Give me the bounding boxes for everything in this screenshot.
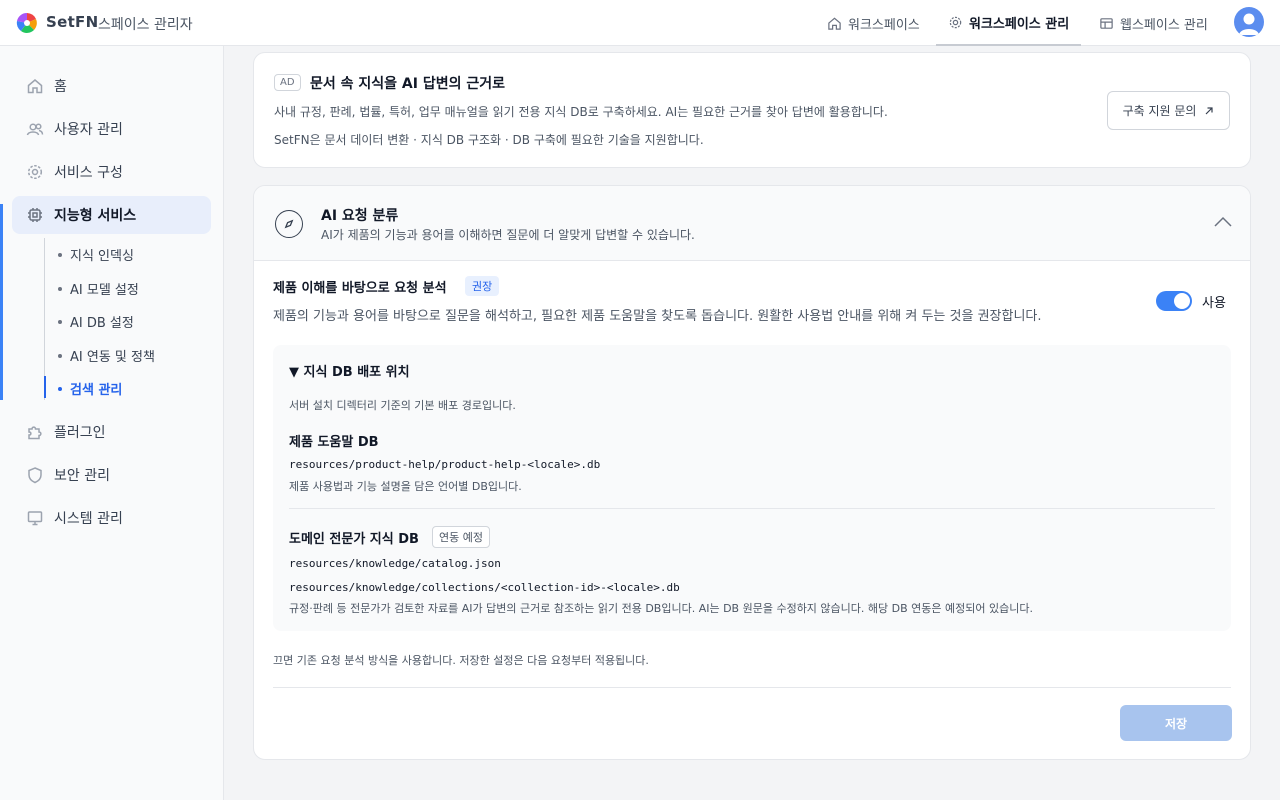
gear-icon	[949, 16, 962, 28]
subitem-label: AI 연동 및 정책	[70, 350, 155, 365]
subitem-knowledge-indexing[interactable]: 지식 인덱싱	[58, 245, 134, 264]
monitor-icon	[27, 511, 43, 526]
domain-expert-db-note: 규정·판례 등 전문가가 검토한 자료를 AI가 답변의 근거로 참조하는 읽기…	[289, 602, 1033, 615]
db-location-subtitle: 서버 설치 디렉터리 기준의 기본 배포 경로입니다.	[289, 399, 516, 412]
topnav-workspace-label: 워크스페이스	[848, 17, 920, 33]
bullet-icon	[58, 386, 62, 391]
topnav-webspace-admin-label: 웹스페이스 관리	[1120, 17, 1208, 33]
domain-catalog-path: resources/knowledge/catalog.json	[289, 557, 501, 570]
sidebar-item-label: 서비스 구성	[54, 165, 123, 181]
bullet-icon	[58, 319, 62, 324]
external-link-icon	[1206, 106, 1214, 114]
ai-request-classification-card: AI 요청 분류 AI가 제품의 기능과 용어를 이해하면 질문에 더 알맞게 …	[253, 185, 1251, 760]
subitem-ai-model-settings[interactable]: AI 모델 설정	[58, 279, 139, 298]
chip-icon	[28, 208, 42, 222]
section-description: AI가 제품의 기능과 용어를 이해하면 질문에 더 알맞게 답변할 수 있습니…	[321, 228, 695, 242]
domain-expert-db-title: 도메인 전문가 지식 DB	[289, 532, 419, 547]
sidebar-item-service-config[interactable]: 서비스 구성	[12, 153, 211, 191]
sidebar-item-label: 지능형 서비스	[54, 208, 137, 224]
ad-card-title: 문서 속 지식을 AI 답변의 근거로	[310, 76, 505, 92]
brand-name: SetFN	[46, 13, 99, 31]
submenu-active-indicator	[44, 376, 46, 398]
topnav-workspace-admin[interactable]: 워크스페이스 관리	[936, 0, 1082, 46]
shield-icon	[28, 467, 42, 484]
user-avatar[interactable]	[1234, 7, 1264, 37]
build-support-inquiry-button[interactable]: 구축 지원 문의	[1107, 91, 1230, 130]
ad-card: AD 문서 속 지식을 AI 답변의 근거로 사내 규정, 판례, 법률, 특허…	[253, 52, 1251, 168]
subitem-ai-integration-policy[interactable]: AI 연동 및 정책	[58, 346, 155, 365]
sidebar-active-indicator	[0, 204, 3, 400]
sidebar-item-label: 플러그인	[54, 425, 106, 441]
product-help-db-note: 제품 사용법과 기능 설명을 담은 언어별 DB입니다.	[289, 480, 522, 493]
db-divider	[289, 508, 1215, 509]
sidebar-item-label: 시스템 관리	[54, 511, 123, 527]
product-help-db-title: 제품 도움말 DB	[289, 435, 379, 450]
sidebar-item-label: 보안 관리	[54, 468, 110, 484]
home-icon	[27, 79, 43, 94]
subitem-search-management[interactable]: 검색 관리	[58, 379, 122, 398]
toggle-label: 사용	[1202, 296, 1226, 311]
puzzle-icon	[28, 426, 42, 440]
compass-icon	[275, 210, 303, 238]
sidebar-item-security[interactable]: 보안 관리	[12, 456, 211, 494]
bullet-icon	[58, 252, 62, 257]
home-icon	[828, 17, 841, 30]
domain-collections-path: resources/knowledge/collections/<collect…	[289, 581, 680, 594]
sidebar-item-system[interactable]: 시스템 관리	[12, 499, 211, 537]
sidebar-item-label: 홈	[54, 79, 67, 95]
build-support-inquiry-label: 구축 지원 문의	[1122, 104, 1197, 118]
sidebar-item-home[interactable]: 홈	[12, 67, 211, 105]
option-description: 제품의 기능과 용어를 바탕으로 질문을 해석하고, 필요한 제품 도움말을 찾…	[273, 309, 1042, 324]
users-icon	[26, 123, 44, 136]
topnav-workspace[interactable]: 워크스페이스	[815, 0, 932, 46]
knowledge-db-location-panel: ▼ 지식 DB 배포 위치 서버 설치 디렉터리 기준의 기본 배포 경로입니다…	[273, 345, 1231, 631]
recommended-badge: 권장	[465, 276, 500, 296]
section-header[interactable]: AI 요청 분류 AI가 제품의 기능과 용어를 이해하면 질문에 더 알맞게 …	[254, 186, 1250, 261]
bullet-icon	[58, 353, 62, 358]
topnav-workspace-admin-label: 워크스페이스 관리	[969, 16, 1070, 32]
off-behavior-note: 끄면 기존 요청 분석 방식을 사용합니다. 저장한 설정은 다음 요청부터 적…	[273, 654, 649, 667]
product-help-db-path: resources/product-help/product-help-<loc…	[289, 458, 601, 471]
gear-icon	[27, 164, 43, 180]
footer-divider	[273, 687, 1231, 688]
top-header: SetFN 스페이스 관리자 워크스페이스 워크스페이스 관리 웹스페이스 관리	[0, 0, 1280, 46]
sidebar-item-users[interactable]: 사용자 관리	[12, 110, 211, 148]
pending-integration-badge: 연동 예정	[432, 526, 490, 548]
option-title: 제품 이해를 바탕으로 요청 분석	[273, 281, 447, 296]
save-button[interactable]: 저장	[1120, 705, 1232, 741]
subitem-ai-db-settings[interactable]: AI DB 설정	[58, 312, 134, 331]
chevron-up-icon[interactable]	[1212, 214, 1234, 230]
sidebar-item-plugins[interactable]: 플러그인	[12, 413, 211, 451]
ad-card-description: 사내 규정, 판례, 법률, 특허, 업무 매뉴얼을 읽기 전용 지식 DB로 …	[274, 105, 888, 119]
bullet-icon	[58, 286, 62, 291]
layout-icon	[1100, 17, 1113, 29]
db-location-summary[interactable]: ▼ 지식 DB 배포 위치	[289, 361, 410, 380]
subitem-label: 검색 관리	[70, 383, 123, 398]
subitem-label: AI DB 설정	[70, 316, 134, 331]
user-icon	[1239, 13, 1259, 35]
ad-card-support-note: SetFN은 문서 데이터 변환 · 지식 DB 구조화 · DB 구축에 필요…	[274, 133, 704, 147]
section-title: AI 요청 분류	[321, 208, 399, 224]
sidebar-item-intelligent-service[interactable]: 지능형 서비스	[12, 196, 211, 234]
logo-icon[interactable]	[16, 12, 38, 34]
toggle-knob	[1174, 293, 1190, 309]
subitem-label: 지식 인덱싱	[70, 249, 134, 264]
brand-subtitle: 스페이스 관리자	[98, 17, 193, 33]
topnav-webspace-admin[interactable]: 웹스페이스 관리	[1087, 0, 1220, 46]
ad-badge: AD	[274, 74, 301, 91]
enable-toggle[interactable]	[1156, 291, 1192, 311]
sidebar-item-label: 사용자 관리	[54, 122, 123, 138]
subitem-label: AI 모델 설정	[70, 283, 139, 298]
